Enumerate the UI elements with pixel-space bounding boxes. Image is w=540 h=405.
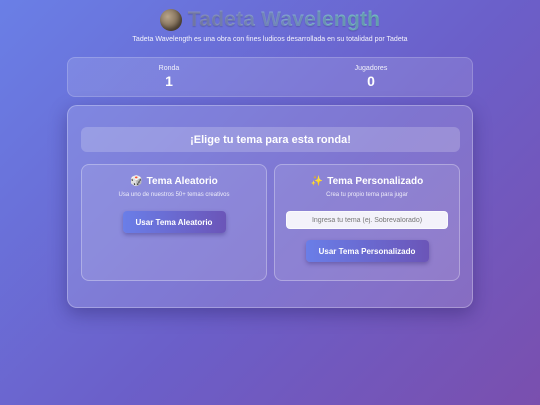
custom-theme-input[interactable] xyxy=(286,211,448,229)
use-custom-theme-button[interactable]: Usar Tema Personalizado xyxy=(305,240,429,262)
sparkles-icon: ✨ xyxy=(310,176,324,187)
stat-players: Jugadores 0 xyxy=(270,58,472,96)
app-header: Tadeta Wavelength xyxy=(0,8,540,32)
random-theme-option: 🎲 Tema Aleatorio Usa uno de nuestros 50+… xyxy=(81,164,267,281)
round-value: 1 xyxy=(165,73,173,89)
dice-icon: 🎲 xyxy=(130,176,143,187)
use-random-theme-button[interactable]: Usar Tema Aleatorio xyxy=(122,211,226,233)
choose-theme-prompt: ¡Elige tu tema para esta ronda! xyxy=(81,127,460,152)
stats-bar: Ronda 1 Jugadores 0 xyxy=(67,57,473,97)
players-label: Jugadores xyxy=(354,65,388,72)
stat-round: Ronda 1 xyxy=(68,58,270,96)
custom-theme-option: ✨ Tema Personalizado Crea tu propio tema… xyxy=(274,164,460,281)
random-theme-description: Usa uno de nuestros 50+ temas creativos xyxy=(118,192,230,198)
app-title: Tadeta Wavelength xyxy=(187,8,381,31)
round-label: Ronda xyxy=(158,65,180,72)
random-theme-title-row: 🎲 Tema Aleatorio xyxy=(130,176,218,187)
custom-theme-title-row: ✨ Tema Personalizado xyxy=(311,176,423,187)
theme-selection-card: ¡Elige tu tema para esta ronda! 🎲 Tema A… xyxy=(67,105,473,308)
app-subtitle: Tadeta Wavelength es una obra con fines … xyxy=(132,36,408,43)
random-theme-title: Tema Aleatorio xyxy=(146,176,218,187)
players-value: 0 xyxy=(367,73,375,89)
custom-theme-description: Crea tu propio tema para jugar xyxy=(326,192,408,198)
custom-theme-title: Tema Personalizado xyxy=(327,176,424,187)
planet-icon xyxy=(159,9,182,31)
